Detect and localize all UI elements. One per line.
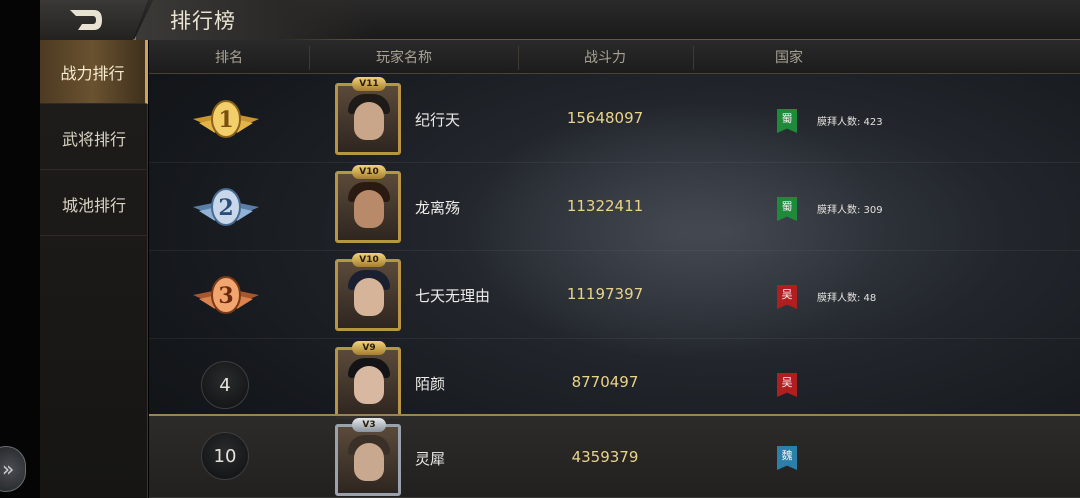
left-edge bbox=[0, 0, 40, 498]
nation-flag-wei-icon: 魏 bbox=[777, 446, 797, 470]
player-name: 七天无理由 bbox=[415, 287, 491, 305]
top-bar: 排行榜 bbox=[40, 0, 1080, 40]
vip-badge: V3 bbox=[352, 418, 386, 432]
silver-rank-medal-icon: 2 bbox=[193, 188, 259, 226]
back-arrow-icon bbox=[70, 10, 102, 30]
avatar-face bbox=[354, 443, 384, 481]
leaderboard-screen: 排行榜 战力排行 武将排行 城池排行 排名 玩家名称 战斗力 国家 1 V11 bbox=[0, 0, 1080, 498]
player-name: 陌颜 bbox=[415, 375, 446, 393]
vip-badge: V10 bbox=[352, 165, 386, 179]
avatar-face bbox=[354, 366, 384, 404]
svg-text:2: 2 bbox=[218, 195, 233, 221]
table-row[interactable]: 2 V10 龙离殇 11322411 蜀 膜拜人数: 309 bbox=[149, 163, 1080, 251]
power-value: 15648097 bbox=[566, 109, 644, 127]
tab-general-rank[interactable]: 武将排行 bbox=[40, 106, 148, 170]
worship-count: 膜拜人数: 309 bbox=[817, 205, 883, 216]
col-divider bbox=[693, 46, 694, 70]
avatar-face bbox=[354, 102, 384, 140]
avatar[interactable] bbox=[335, 347, 401, 419]
nation-flag-shu-icon: 蜀 bbox=[777, 109, 797, 133]
table-header: 排名 玩家名称 战斗力 国家 bbox=[149, 40, 1080, 74]
table-row[interactable]: 3 V10 七天无理由 11197397 吴 膜拜人数: 48 bbox=[149, 251, 1080, 339]
tab-power-rank[interactable]: 战力排行 bbox=[40, 40, 148, 104]
back-button[interactable] bbox=[40, 0, 148, 40]
worship-count: 膜拜人数: 48 bbox=[817, 293, 877, 304]
avatar[interactable] bbox=[335, 83, 401, 155]
col-player-name: 玩家名称 bbox=[376, 50, 432, 66]
tab-city-rank[interactable]: 城池排行 bbox=[40, 172, 148, 236]
col-rank: 排名 bbox=[215, 50, 243, 66]
avatar-face bbox=[354, 278, 384, 316]
ranking-table: 排名 玩家名称 战斗力 国家 1 V11 纪行天 15648097 蜀 膜拜人数… bbox=[149, 40, 1080, 498]
player-name: 灵犀 bbox=[415, 450, 446, 468]
power-value: 4359379 bbox=[571, 448, 639, 466]
avatar[interactable] bbox=[335, 259, 401, 331]
player-name: 纪行天 bbox=[415, 111, 461, 129]
nation-flag-wu-icon: 吴 bbox=[777, 285, 797, 309]
svg-text:3: 3 bbox=[218, 283, 233, 309]
player-name: 龙离殇 bbox=[415, 199, 461, 217]
nation-flag-wu-icon: 吴 bbox=[777, 373, 797, 397]
gold-rank-medal-icon: 1 bbox=[193, 100, 259, 138]
rank-number: 10 bbox=[201, 432, 249, 480]
svg-text:1: 1 bbox=[218, 107, 233, 133]
power-value: 11322411 bbox=[566, 197, 644, 215]
col-divider bbox=[309, 46, 310, 70]
double-chevron-right-icon: » bbox=[2, 457, 15, 481]
my-rank-row[interactable]: 10 V3 灵犀 4359379 魏 bbox=[149, 414, 1080, 498]
col-nation: 国家 bbox=[775, 50, 803, 66]
nation-flag-shu-icon: 蜀 bbox=[777, 197, 797, 221]
vip-badge: V10 bbox=[352, 253, 386, 267]
avatar[interactable] bbox=[335, 424, 401, 496]
col-power: 战斗力 bbox=[584, 50, 626, 66]
sidebar: 战力排行 武将排行 城池排行 bbox=[40, 40, 148, 498]
worship-count: 膜拜人数: 423 bbox=[817, 117, 883, 128]
avatar[interactable] bbox=[335, 171, 401, 243]
avatar-face bbox=[354, 190, 384, 228]
rank-number: 4 bbox=[201, 361, 249, 409]
vip-badge: V11 bbox=[352, 77, 386, 91]
vip-badge: V9 bbox=[352, 341, 386, 355]
power-value: 11197397 bbox=[566, 285, 644, 303]
bronze-rank-medal-icon: 3 bbox=[193, 276, 259, 314]
table-row[interactable]: 1 V11 纪行天 15648097 蜀 膜拜人数: 423 bbox=[149, 75, 1080, 163]
power-value: 8770497 bbox=[571, 373, 639, 391]
col-divider bbox=[518, 46, 519, 70]
page-title: 排行榜 bbox=[170, 9, 236, 33]
